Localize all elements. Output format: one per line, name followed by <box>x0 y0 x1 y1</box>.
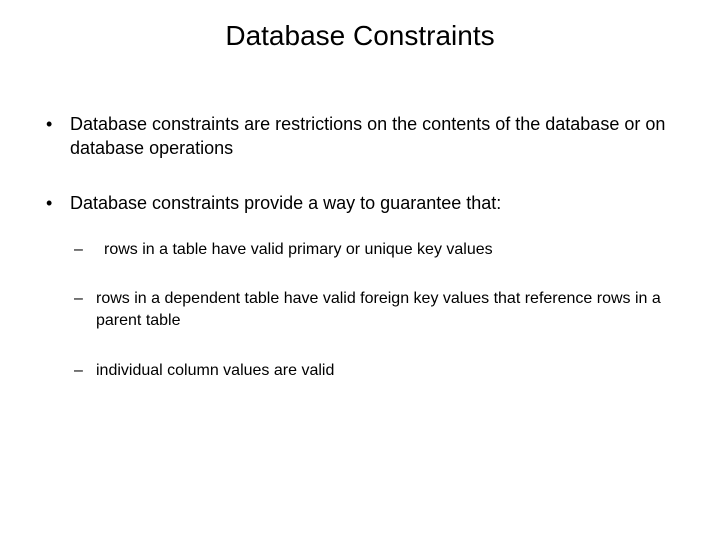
bullet-text: Database constraints are restrictions on… <box>70 112 680 161</box>
bullet-text: Database constraints provide a way to gu… <box>70 191 680 215</box>
sub-marker: – <box>70 239 96 261</box>
sub-marker: – <box>70 360 96 382</box>
sub-text: individual column values are valid <box>96 360 680 382</box>
bullet-item: • Database constraints provide a way to … <box>40 191 680 382</box>
bullet-item: • Database constraints are restrictions … <box>40 112 680 161</box>
sub-list: – rows in a table have valid primary or … <box>40 239 680 381</box>
slide-title: Database Constraints <box>40 20 680 52</box>
sub-item: – individual column values are valid <box>70 360 680 382</box>
sub-item: – rows in a table have valid primary or … <box>70 239 680 261</box>
bullet-marker: • <box>40 191 70 215</box>
sub-text: rows in a dependent table have valid for… <box>96 288 680 331</box>
sub-marker: – <box>70 288 96 310</box>
sub-item: – rows in a dependent table have valid f… <box>70 288 680 331</box>
bullet-marker: • <box>40 112 70 136</box>
bullet-list: • Database constraints are restrictions … <box>40 112 680 381</box>
sub-text: rows in a table have valid primary or un… <box>96 239 680 261</box>
